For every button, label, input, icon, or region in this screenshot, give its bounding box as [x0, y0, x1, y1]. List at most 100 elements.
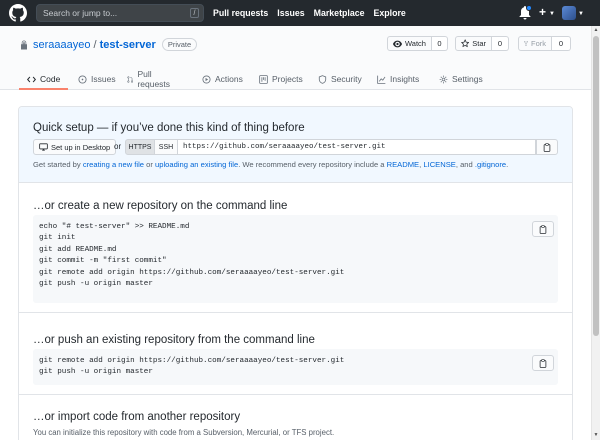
repo-name-link[interactable]: test-server [100, 39, 156, 51]
star-button[interactable]: Star [455, 36, 492, 51]
tab-security[interactable]: Security [318, 68, 362, 90]
new-repo-title: …or create a new repository on the comma… [33, 200, 288, 212]
scroll-down-arrow-icon[interactable]: ▼ [592, 431, 600, 440]
tab-projects[interactable]: Projects [259, 68, 303, 90]
tab-label: Insights [390, 74, 420, 84]
global-header: Search or jump to... / Pull requests Iss… [0, 0, 600, 26]
ssh-toggle[interactable]: SSH [155, 139, 178, 155]
scrollbar-thumb[interactable] [593, 36, 599, 336]
lock-icon [21, 40, 27, 49]
star-label: Star [472, 39, 486, 48]
unread-indicator [526, 5, 532, 11]
push-existing-title: …or push an existing repository from the… [33, 334, 315, 346]
tab-label: Security [331, 74, 362, 84]
scroll-up-arrow-icon[interactable]: ▲ [592, 26, 600, 35]
repo-path-separator: / [93, 38, 97, 51]
issue-icon [78, 74, 87, 84]
nav-issues[interactable]: Issues [277, 8, 304, 18]
https-toggle[interactable]: HTTPS [125, 139, 155, 155]
help-text-or: or [144, 160, 156, 169]
clipboard-icon [543, 142, 551, 152]
push-existing-code-block: git remote add origin https://github.com… [33, 349, 558, 385]
graph-icon [377, 75, 386, 84]
watch-control: Watch 0 [387, 36, 448, 51]
desktop-icon [39, 143, 48, 151]
tab-actions[interactable]: Actions [202, 68, 243, 90]
new-repo-commands[interactable]: echo "# test-server" >> README.md git in… [39, 222, 344, 290]
quick-setup-title: Quick setup — if you’ve done this kind o… [33, 122, 305, 134]
clone-url-field[interactable]: https://github.com/seraaaayeo/test-serve… [178, 139, 536, 155]
import-code-section: …or import code from another repository … [19, 395, 572, 440]
page-scrollbar[interactable]: ▲ ▼ [591, 26, 600, 440]
watch-label: Watch [405, 39, 426, 48]
new-repo-code-block: echo "# test-server" >> README.md git in… [33, 215, 558, 303]
project-icon [259, 74, 268, 84]
eye-icon [393, 40, 402, 47]
help-text-end: . [506, 160, 509, 169]
upload-existing-file-link[interactable]: uploading an existing file [155, 160, 238, 169]
create-new-file-link[interactable]: creating a new file [83, 160, 144, 169]
star-icon [461, 39, 470, 48]
gitignore-link[interactable]: .gitignore [475, 160, 506, 169]
nav-explore[interactable]: Explore [374, 8, 406, 18]
play-icon [202, 74, 211, 84]
create-new-plus-icon[interactable]: + [539, 5, 546, 19]
clipboard-icon [539, 224, 547, 234]
tab-label: Actions [215, 74, 243, 84]
fork-icon [524, 40, 528, 47]
chevron-down-icon: ▼ [549, 11, 555, 17]
nav-pull-requests[interactable]: Pull requests [213, 8, 268, 18]
search-shortcut-key: / [190, 8, 199, 18]
help-text-and: , and [455, 160, 475, 169]
search-placeholder: Search or jump to... [43, 8, 118, 18]
tab-label: Issues [91, 74, 116, 84]
tab-issues[interactable]: Issues [78, 68, 116, 90]
github-logo-icon[interactable] [9, 4, 27, 22]
nav-marketplace[interactable]: Marketplace [314, 8, 365, 18]
repo-title: seraaaayeo / test-server Private [19, 38, 198, 51]
repo-owner-link[interactable]: seraaaayeo [33, 39, 91, 51]
tab-label: Code [40, 74, 61, 84]
quick-setup-section: Quick setup — if you’ve done this kind o… [19, 107, 572, 183]
copy-commands-button[interactable] [532, 355, 554, 371]
tab-label: Projects [272, 74, 303, 84]
help-text-mid: . We recommend every repository include … [238, 160, 387, 169]
pull-request-icon [127, 75, 134, 83]
readme-link[interactable]: README [387, 160, 420, 169]
tab-settings[interactable]: Settings [439, 68, 483, 90]
fork-control: Fork 0 [518, 36, 571, 51]
setup-in-desktop-button[interactable]: Set up in Desktop [33, 139, 117, 155]
tab-insights[interactable]: Insights [377, 68, 419, 90]
license-link[interactable]: LICENSE [423, 160, 456, 169]
clone-url-row: Set up in Desktop or HTTPS SSH https://g… [33, 139, 558, 155]
chevron-down-icon: ▼ [578, 11, 584, 17]
watch-button[interactable]: Watch [387, 36, 432, 51]
or-separator: or [114, 142, 122, 151]
import-code-description: You can initialize this repository with … [33, 428, 335, 437]
new-repo-section: …or create a new repository on the comma… [19, 183, 572, 313]
push-existing-commands[interactable]: git remote add origin https://github.com… [39, 356, 344, 379]
avatar[interactable] [562, 6, 576, 20]
tab-label: Pull requests [137, 69, 171, 89]
push-existing-section: …or push an existing repository from the… [19, 313, 572, 395]
fork-button[interactable]: Fork [518, 36, 552, 51]
copy-commands-button[interactable] [532, 221, 554, 237]
search-input[interactable]: Search or jump to... / [36, 4, 204, 22]
star-count[interactable]: 0 [492, 36, 509, 51]
tab-pull-requests[interactable]: Pull requests [127, 68, 173, 90]
global-nav: Pull requests Issues Marketplace Explore [213, 0, 406, 26]
code-icon [27, 76, 36, 82]
help-text-prefix: Get started by [33, 160, 83, 169]
empty-repo-setup-panel: Quick setup — if you’ve done this kind o… [18, 106, 573, 440]
shield-icon [318, 74, 327, 84]
star-control: Star 0 [455, 36, 509, 51]
quick-setup-help-text: Get started by creating a new file or up… [33, 160, 508, 169]
tab-label: Settings [452, 74, 483, 84]
copy-clone-url-button[interactable] [536, 139, 558, 155]
import-code-title: …or import code from another repository [33, 411, 241, 423]
gear-icon [439, 75, 448, 83]
fork-count[interactable]: 0 [552, 36, 571, 51]
clipboard-icon [539, 358, 547, 368]
tab-code[interactable]: Code [18, 68, 69, 90]
watch-count[interactable]: 0 [432, 36, 448, 51]
